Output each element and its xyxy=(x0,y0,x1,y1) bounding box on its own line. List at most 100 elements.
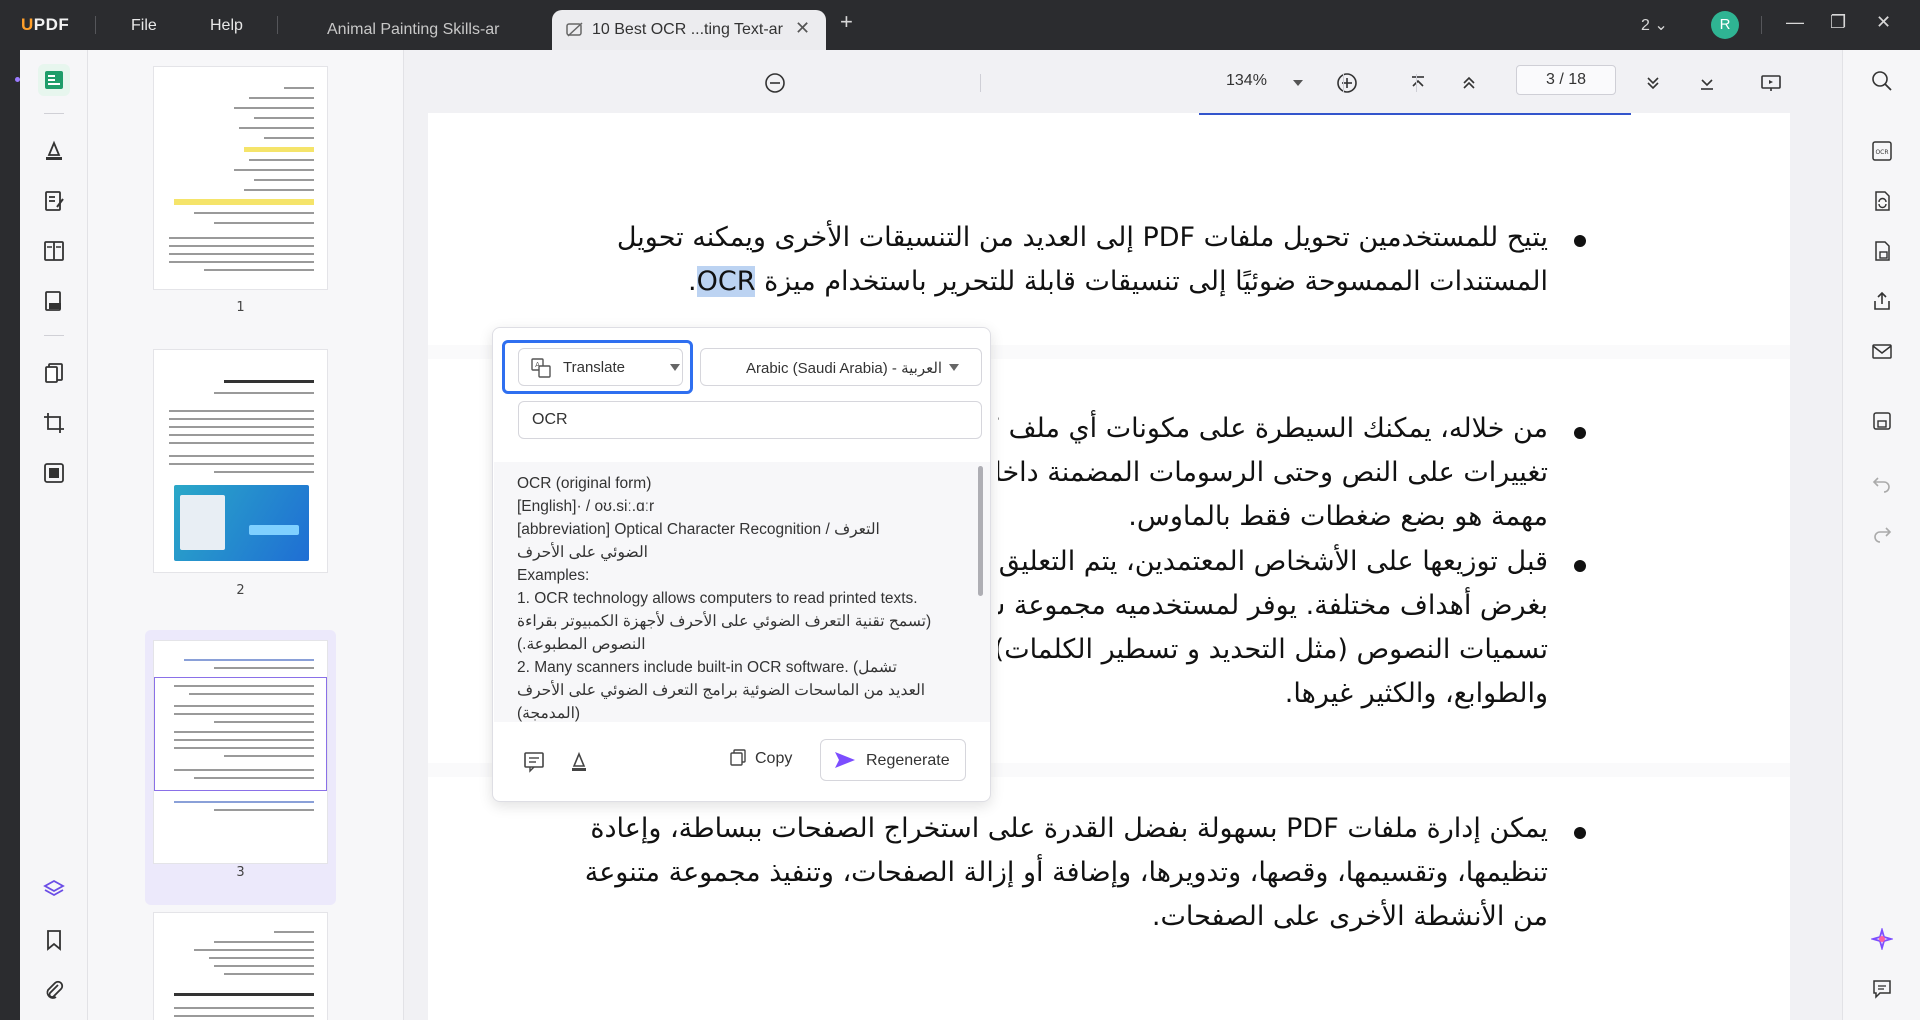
save-icon[interactable] xyxy=(1867,406,1897,436)
protect-pdf-icon[interactable] xyxy=(1867,236,1897,266)
chevron-down-icon xyxy=(670,364,680,371)
copy-button[interactable]: Copy xyxy=(729,739,804,777)
paragraph-3-line: والطوابع، والكثير غيرها. xyxy=(1284,678,1548,709)
divider xyxy=(44,335,64,336)
view-toolbar: 134% 3 / 18 xyxy=(404,50,1874,114)
first-page-icon[interactable] xyxy=(1405,70,1431,96)
close-window-button[interactable]: ✕ xyxy=(1876,12,1891,33)
highlight-pen-icon[interactable] xyxy=(566,749,592,775)
result-line: 2. Many scanners include built-in OCR so… xyxy=(517,659,897,676)
translation-result[interactable]: OCR (original form) [English]· / oʊ.siː.ɑ… xyxy=(494,462,990,722)
page-thumbnail[interactable] xyxy=(153,66,328,290)
result-line: [abbreviation] Optical Character Recogni… xyxy=(517,521,880,538)
comment-tool-icon[interactable] xyxy=(38,135,70,167)
send-icon xyxy=(833,750,857,775)
redo-icon[interactable] xyxy=(1867,518,1897,548)
zoom-in-icon[interactable] xyxy=(1334,70,1360,96)
bookmark-icon[interactable] xyxy=(38,924,70,956)
crop-pages-icon[interactable] xyxy=(38,407,70,439)
tab-label: 10 Best OCR ...ting Text-ar xyxy=(592,21,783,38)
updf-logo[interactable]: UPDF xyxy=(21,15,69,35)
next-page-icon[interactable] xyxy=(1640,70,1666,96)
avatar[interactable]: R xyxy=(1711,11,1739,39)
attachment-icon[interactable] xyxy=(38,974,70,1006)
page-separator: / xyxy=(1559,71,1564,88)
paragraph-3: قبل توزيعها على الأشخاص المعتمدين، يتم ا… xyxy=(998,540,1548,716)
fill-sign-icon[interactable] xyxy=(38,285,70,317)
window-count[interactable]: 2 ⌄ xyxy=(1641,15,1668,35)
reader-mode-icon[interactable] xyxy=(38,64,70,96)
menu-help[interactable]: Help xyxy=(210,17,243,35)
presentation-icon[interactable] xyxy=(1758,70,1784,96)
tab-ocr-article[interactable]: 10 Best OCR ...ting Text-ar ✕ xyxy=(552,10,826,50)
restore-button[interactable]: ❐ xyxy=(1830,12,1846,33)
thumbnail-image xyxy=(174,485,309,561)
result-line: العديد من الماسحات الضوئية برامج التعرف … xyxy=(517,682,926,699)
divider xyxy=(44,113,64,114)
chat-icon[interactable] xyxy=(521,749,547,775)
thumbnail-number: 3 xyxy=(236,865,245,880)
tab-animal-painting[interactable]: Animal Painting Skills-ar xyxy=(300,10,540,50)
result-line: النصوص المطبوعة.) xyxy=(517,636,646,653)
page-thumbnail[interactable] xyxy=(153,912,328,1020)
result-scrollbar[interactable] xyxy=(978,466,983,596)
edit-pdf-icon[interactable] xyxy=(38,185,70,217)
right-tool-bar: OCR xyxy=(1842,50,1920,1020)
paragraph-2-line: مهمة هو بضع ضغطات فقط بالماوس. xyxy=(1128,501,1548,532)
last-page-icon[interactable] xyxy=(1694,70,1720,96)
divider xyxy=(277,16,278,34)
share-icon[interactable] xyxy=(1867,286,1897,316)
page-thumbnail-selected[interactable] xyxy=(153,640,328,864)
menu-file[interactable]: File xyxy=(131,17,157,35)
page-number-input[interactable]: 3 / 18 xyxy=(1516,65,1616,95)
search-icon[interactable] xyxy=(1867,66,1897,96)
result-line: الضوئي على الأحرف xyxy=(517,544,648,561)
divider xyxy=(1343,74,1344,92)
result-line: (تسمح تقنية التعرف الضوئي على الأحرف لأج… xyxy=(517,613,932,630)
email-icon[interactable] xyxy=(1867,336,1897,366)
minimize-button[interactable]: — xyxy=(1786,12,1804,33)
paragraph-2-line: من خلاله، يمكنك السيطرة على مكونات أي مل… xyxy=(998,413,1548,444)
result-line: Examples: xyxy=(517,567,590,584)
thumbnail-panel: 1 2 3 xyxy=(88,50,404,1020)
tools-icon[interactable] xyxy=(38,457,70,489)
comments-panel-icon[interactable] xyxy=(1867,974,1897,1004)
link-underline xyxy=(1199,113,1631,115)
paragraph-1-text: يتيح للمستخدمين تحويل ملفات PDF إلى العد… xyxy=(616,222,1548,297)
paragraph-3-line: قبل توزيعها على الأشخاص المعتمدين، يتم ا… xyxy=(998,546,1548,577)
page-layout-icon[interactable] xyxy=(38,235,70,267)
zoom-out-icon[interactable] xyxy=(762,70,788,96)
new-tab-button[interactable]: + xyxy=(840,9,853,35)
bullet xyxy=(1574,827,1586,839)
organize-pages-icon[interactable] xyxy=(38,357,70,389)
title-bar: UPDF File Help Animal Painting Skills-ar… xyxy=(0,0,1920,50)
page-thumbnail[interactable] xyxy=(153,349,328,573)
left-tool-bar xyxy=(20,50,88,1020)
chevron-down-icon xyxy=(949,364,959,371)
window-count-value: 2 xyxy=(1641,17,1650,34)
mode-value: Translate xyxy=(563,359,625,376)
divider xyxy=(1761,16,1762,34)
mode-dropdown[interactable]: A Translate xyxy=(518,348,683,386)
copy-label: Copy xyxy=(755,750,793,767)
regenerate-button[interactable]: Regenerate xyxy=(820,739,966,781)
paragraph-2: من خلاله، يمكنك السيطرة على مكونات أي مل… xyxy=(998,407,1548,539)
paragraph-2-line: تغييرات على النص وحتى الرسومات المضمنة د… xyxy=(998,457,1548,488)
ai-assistant-icon[interactable] xyxy=(1867,924,1897,954)
paragraph-3-line: بغرض أهداف مختلفة. يوفر لمستخدميه مجموعة… xyxy=(998,590,1548,621)
zoom-level[interactable]: 134% xyxy=(1226,72,1267,90)
close-tab-icon[interactable]: ✕ xyxy=(795,18,810,39)
convert-pdf-icon[interactable] xyxy=(1867,186,1897,216)
query-input[interactable]: OCR xyxy=(518,401,982,439)
layers-icon[interactable] xyxy=(38,874,70,906)
undo-icon[interactable] xyxy=(1867,468,1897,498)
language-value: Arabic (Saudi Arabia) - العربية xyxy=(746,360,943,377)
highlighted-ocr[interactable]: OCR xyxy=(696,266,756,297)
ocr-icon[interactable]: OCR xyxy=(1867,136,1897,166)
language-dropdown[interactable]: Arabic (Saudi Arabia) - العربية xyxy=(700,348,982,386)
tab-label: Animal Painting Skills-ar xyxy=(327,21,500,38)
page-current: 3 xyxy=(1545,71,1555,88)
paragraph-1: يتيح للمستخدمين تحويل ملفات PDF إلى العد… xyxy=(598,216,1548,304)
previous-page-icon[interactable] xyxy=(1456,70,1482,96)
zoom-dropdown-icon[interactable] xyxy=(1285,70,1311,96)
